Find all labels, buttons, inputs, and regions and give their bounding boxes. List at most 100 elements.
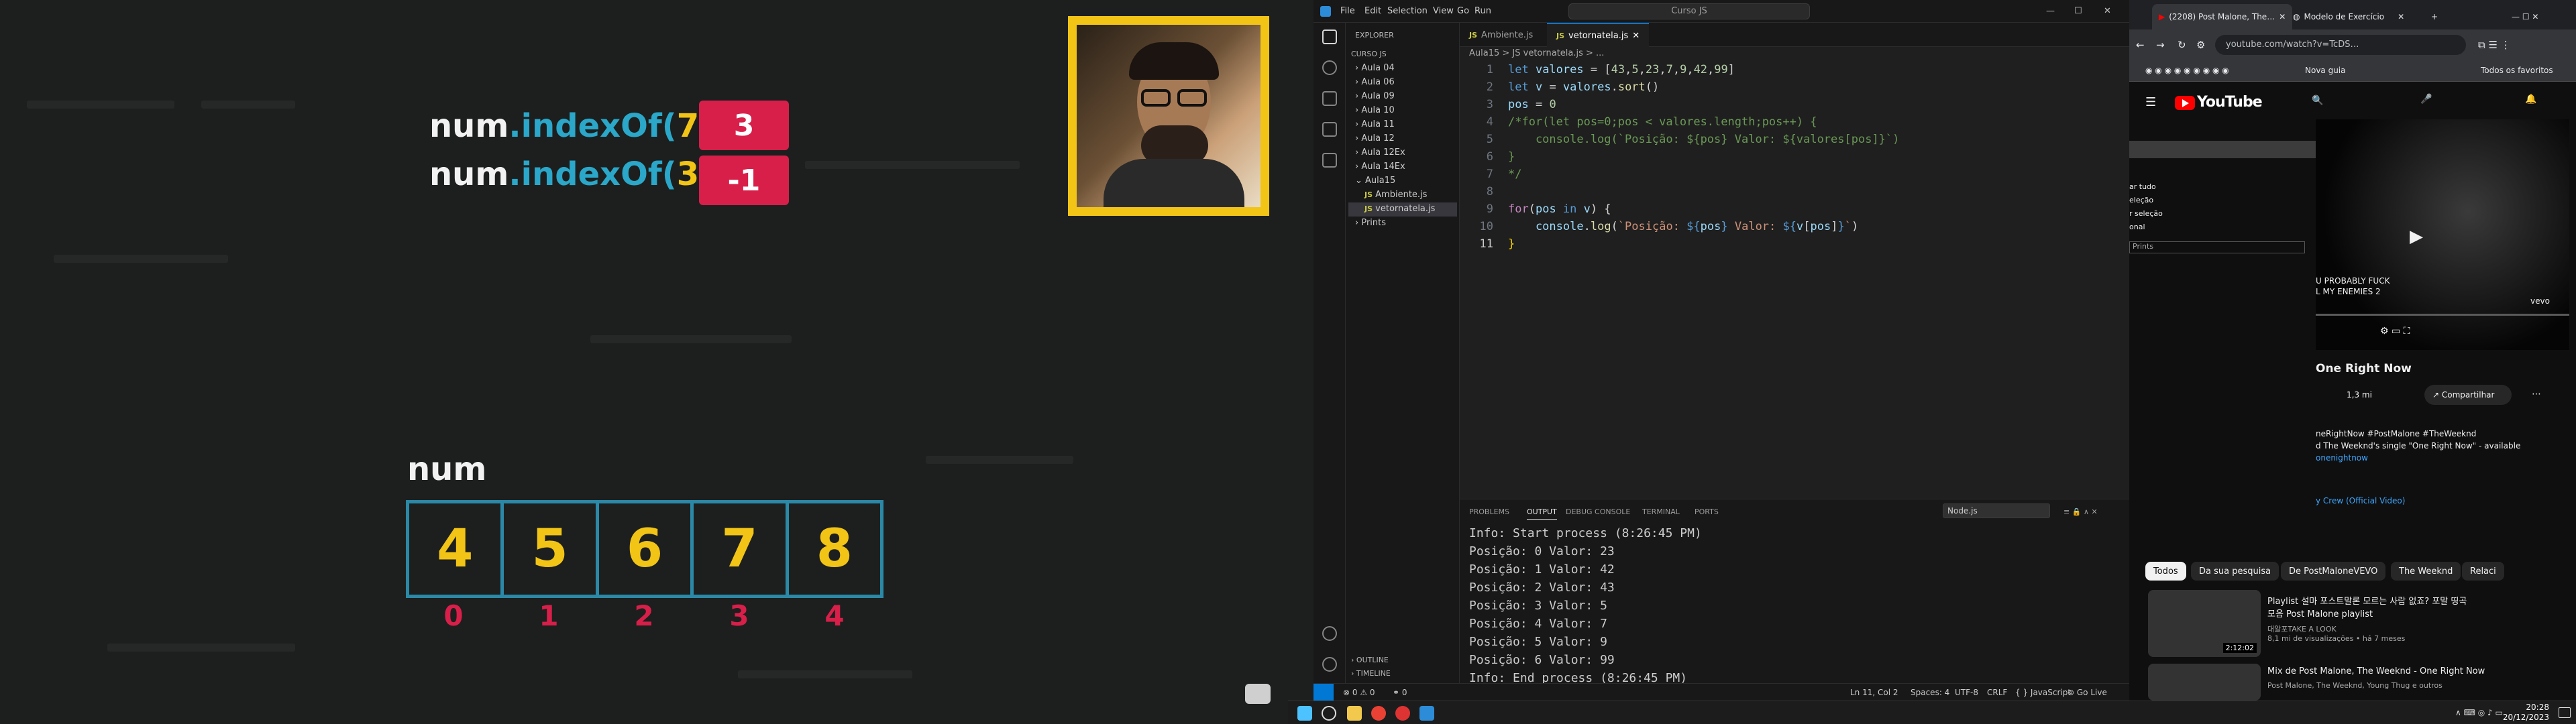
close-icon[interactable]: ✕ — [2279, 12, 2286, 21]
notifications-icon[interactable]: 🔔 — [2525, 94, 2536, 105]
menu-selection[interactable]: Selection — [1387, 6, 1428, 16]
panel-tab-problems[interactable]: PROBLEMS — [1469, 507, 1509, 516]
indentation[interactable]: Spaces: 4 — [1911, 688, 1949, 697]
overlay-item[interactable]: onal — [2129, 223, 2145, 231]
explorer-icon[interactable] — [1322, 29, 1337, 44]
tab-youtube[interactable]: ▶ (2208) Post Malone, The… ✕ — [2152, 4, 2293, 29]
more-icon[interactable]: ⋯ — [2532, 389, 2541, 400]
search-icon[interactable]: 🔍 — [2312, 95, 2323, 106]
rec-channel[interactable]: 대알포TAKE A LOOK — [2267, 623, 2337, 634]
bookmark-icons[interactable]: ◉ ◉ ◉ ◉ ◉ ◉ ◉ ◉ ◉ — [2145, 66, 2229, 75]
site-info-icon[interactable]: ⚙ — [2196, 39, 2205, 51]
root-folder[interactable]: CURSO JS — [1351, 50, 1387, 58]
bookmark-nova-guia[interactable]: Nova guia — [2305, 66, 2346, 75]
overlay-item[interactable]: ar tudo — [2129, 182, 2156, 191]
overlay-item[interactable]: r seleção — [2129, 209, 2163, 218]
rec-thumbnail[interactable] — [2148, 664, 2261, 701]
folder-item[interactable]: › Aula 12Ex — [1355, 147, 1405, 158]
command-center-search[interactable]: Curso JS — [1568, 3, 1810, 19]
close-icon[interactable]: ✕ — [2104, 6, 2111, 16]
panel-tab-output[interactable]: OUTPUT — [1527, 507, 1557, 520]
maximize-icon[interactable]: ☐ — [2074, 6, 2082, 16]
bookmark-all[interactable]: Todos os favoritos — [2481, 66, 2553, 75]
chip-todos[interactable]: Todos — [2145, 562, 2186, 581]
go-live-button[interactable]: ⊚ Go Live — [2068, 688, 2107, 697]
folder-item[interactable]: › Aula 04 — [1355, 63, 1395, 73]
panel-tab-debug-console[interactable]: DEBUG CONSOLE — [1566, 507, 1630, 516]
folder-item[interactable]: › Aula 12 — [1355, 133, 1395, 143]
breadcrumb[interactable]: Aula15 > JS vetornatela.js > ... — [1469, 48, 1604, 58]
search-icon[interactable] — [1322, 60, 1337, 75]
video-player[interactable]: ▶ U PROBABLY FUCK L MY ENEMIES 2 vevo ⚙ … — [2316, 119, 2569, 350]
folder-item[interactable]: › Aula 06 — [1355, 77, 1395, 87]
panel-actions-icon[interactable]: ≡ 🔒 ∧ ✕ — [2063, 507, 2098, 516]
overlay-item[interactable]: eleção — [2129, 196, 2153, 204]
file-item-selected[interactable]: JS vetornatela.js — [1348, 202, 1457, 217]
panel-tab-ports[interactable]: PORTS — [1695, 507, 1719, 516]
reload-icon[interactable]: ↻ — [2178, 39, 2186, 51]
extensions-icon[interactable] — [1322, 153, 1337, 168]
start-icon[interactable] — [1297, 706, 1312, 721]
chip-da-sua-pesquisa[interactable]: Da sua pesquisa — [2191, 562, 2279, 581]
youtube-logo[interactable]: YouTube — [2175, 94, 2263, 111]
outline-section[interactable]: › OUTLINE — [1351, 656, 1389, 664]
menu-edit[interactable]: Edit — [1364, 6, 1381, 16]
chrome-icon[interactable] — [1371, 706, 1386, 721]
rec-thumbnail[interactable]: 2:12:02 — [2148, 590, 2261, 657]
description-link[interactable]: onenightnow — [2316, 453, 2368, 463]
ports-status[interactable]: ⚭ 0 — [1393, 688, 1407, 697]
share-button[interactable]: ↗ Compartilhar — [2424, 385, 2512, 405]
folder-item-open[interactable]: ⌄ Aula15 — [1355, 176, 1395, 186]
source-control-icon[interactable] — [1322, 91, 1337, 106]
panel-tab-terminal[interactable]: TERMINAL — [1642, 507, 1680, 516]
timeline-section[interactable]: › TIMELINE — [1351, 669, 1391, 678]
progress-bar[interactable] — [2316, 314, 2569, 316]
tray-icons[interactable]: ∧ ⌨ ◎ ♪ ▭ — [2455, 708, 2503, 717]
new-tab-icon[interactable]: + — [2424, 4, 2445, 29]
cursor-position[interactable]: Ln 11, Col 2 — [1850, 688, 1898, 697]
output-channel-select[interactable]: Node.js — [1943, 503, 2050, 518]
address-bar[interactable]: youtube.com/watch?v=TcDS… — [2215, 35, 2466, 55]
notification-icon[interactable] — [2559, 707, 2571, 718]
hamburger-menu-icon[interactable]: ☰ — [2145, 95, 2156, 109]
eol[interactable]: CRLF — [1987, 688, 2007, 697]
folder-item[interactable]: › Aula 10 — [1355, 105, 1395, 115]
credits-link[interactable]: y Crew (Official Video) — [2316, 496, 2405, 505]
menu-go[interactable]: Go — [1457, 6, 1469, 16]
gear-icon[interactable] — [1322, 657, 1337, 672]
back-icon[interactable]: ← — [2136, 39, 2145, 51]
file-item[interactable]: JS Ambiente.js — [1364, 190, 1427, 200]
code-editor[interactable]: 1 let valores = [43,5,23,7,9,42,99] 2 le… — [1460, 62, 2129, 497]
overlay-search-input[interactable]: Prints — [2129, 241, 2305, 253]
folder-item[interactable]: › Aula 09 — [1355, 91, 1395, 101]
chrome-profile-icon[interactable] — [1395, 706, 1410, 721]
folder-item[interactable]: › Aula 11 — [1355, 119, 1395, 129]
forward-icon[interactable]: → — [2156, 39, 2165, 51]
chip-postmalonevevo[interactable]: De PostMaloneVEVO — [2281, 562, 2386, 581]
clock[interactable]: 20:28 20/12/2023 — [2503, 703, 2549, 723]
tab-exercicio[interactable]: ◍ Modelo de Exercício ✕ — [2286, 4, 2411, 29]
tab-ambiente[interactable]: JS Ambiente.js — [1460, 23, 1542, 47]
search-icon[interactable] — [1322, 706, 1336, 721]
rec-channel[interactable]: Post Malone, The Weeknd, Young Thug e ou… — [2267, 681, 2443, 690]
chip-relacionados[interactable]: Relaci — [2462, 562, 2504, 581]
rec-title[interactable]: Playlist 설마 포스트말론 모르는 사람 없죠? 포말 띵곡 모음 Po… — [2267, 594, 2469, 619]
menu-run[interactable]: Run — [1474, 6, 1491, 16]
play-icon[interactable] — [1245, 684, 1271, 704]
language-mode[interactable]: { } JavaScript — [2015, 688, 2071, 697]
play-icon[interactable]: ▶ — [2410, 227, 2423, 247]
file-explorer-icon[interactable] — [1347, 706, 1362, 721]
account-icon[interactable] — [1322, 626, 1337, 641]
chip-the-weeknd[interactable]: The Weeknd — [2391, 562, 2461, 581]
problems-status[interactable]: ⊗ 0 ⚠ 0 — [1343, 688, 1375, 697]
menu-view[interactable]: View — [1433, 6, 1454, 16]
close-icon[interactable]: ✕ — [1632, 31, 1640, 41]
remote-icon[interactable] — [1313, 684, 1334, 701]
tab-vetornatela[interactable]: JS vetornatela.js ✕ — [1547, 23, 1650, 47]
folder-item[interactable]: › Aula 14Ex — [1355, 162, 1405, 172]
like-count[interactable]: 1,3 mi — [2347, 390, 2372, 400]
window-controls-icon[interactable]: — ☐ ✕ — [2505, 4, 2545, 29]
folder-item[interactable]: › Prints — [1355, 218, 1386, 228]
vscode-icon[interactable] — [1419, 706, 1434, 721]
run-debug-icon[interactable] — [1322, 122, 1337, 137]
